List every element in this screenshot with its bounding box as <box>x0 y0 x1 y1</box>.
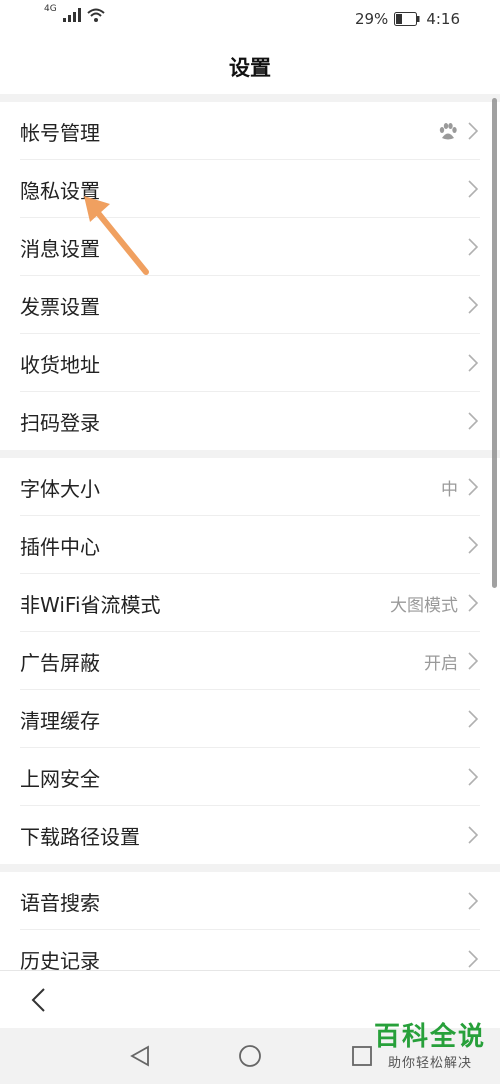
battery-percent: 29% <box>354 10 389 28</box>
page-title: 设置 <box>229 56 271 80</box>
settings-item-font-size[interactable]: 字体大小 中 <box>0 458 500 516</box>
bottom-toolbar <box>0 970 500 1029</box>
watermark-title: 百科全说 <box>373 1022 486 1052</box>
signal-icon <box>62 8 81 22</box>
settings-item-label: 历史记录 <box>20 948 100 971</box>
settings-item-account-management[interactable]: 帐号管理 <box>0 102 500 160</box>
wifi-icon <box>87 8 105 22</box>
nav-back-icon[interactable] <box>128 1044 152 1068</box>
settings-item-label: 插件中心 <box>20 534 100 559</box>
chevron-right-icon <box>468 826 478 844</box>
settings-item-label: 扫码登录 <box>20 410 100 435</box>
settings-item-label: 收货地址 <box>20 352 100 377</box>
settings-item-clear-cache[interactable]: 清理缓存 <box>0 690 500 748</box>
header: 设置 <box>0 40 500 95</box>
group-gap <box>0 94 500 102</box>
watermark-subtitle: 助你轻松解决 <box>387 1056 472 1071</box>
battery-icon <box>394 12 420 26</box>
chevron-right-icon <box>468 412 478 430</box>
settings-item-label: 上网安全 <box>20 766 100 791</box>
chevron-right-icon <box>468 180 478 198</box>
chevron-right-icon <box>468 238 478 256</box>
settings-group-account: 帐号管理 隐私设置 消息设置 发票设置 收货地址 扫码登录 <box>0 102 500 450</box>
settings-item-label: 广告屏蔽 <box>20 650 100 675</box>
clock: 4:16 <box>426 10 460 28</box>
chevron-right-icon <box>468 122 478 140</box>
settings-group-misc: 语音搜索 历史记录 <box>0 872 500 970</box>
settings-item-label: 语音搜索 <box>20 890 100 915</box>
nav-recents-icon[interactable] <box>350 1044 374 1068</box>
group-gap <box>0 450 500 458</box>
chevron-right-icon <box>468 536 478 554</box>
nav-home-icon[interactable] <box>238 1044 262 1068</box>
chevron-right-icon <box>468 710 478 728</box>
settings-group-browsing: 字体大小 中 插件中心 非WiFi省流模式 大图模式 广告屏蔽 开启 清理缓存 … <box>0 458 500 864</box>
status-bar: 4G 29% 4:16 <box>0 0 500 40</box>
paw-icon <box>439 123 457 140</box>
settings-list[interactable]: 帐号管理 隐私设置 消息设置 发票设置 收货地址 扫码登录 字体大小 中 插件中… <box>0 94 500 970</box>
settings-item-plugin-center[interactable]: 插件中心 <box>0 516 500 574</box>
settings-item-history[interactable]: 历史记录 <box>0 930 500 970</box>
settings-item-label: 非WiFi省流模式 <box>20 592 161 617</box>
settings-item-ad-block[interactable]: 广告屏蔽 开启 <box>0 632 500 690</box>
status-right: 29% 4:16 <box>355 10 460 28</box>
settings-item-voice-search[interactable]: 语音搜索 <box>0 872 500 930</box>
chevron-right-icon <box>468 478 478 496</box>
back-arrow-icon[interactable] <box>26 985 56 1015</box>
chevron-right-icon <box>468 296 478 314</box>
watermark: 百科全说 助你轻松解决 <box>374 1022 486 1071</box>
settings-item-qr-login[interactable]: 扫码登录 <box>0 392 500 450</box>
chevron-right-icon <box>468 354 478 372</box>
settings-item-data-saver[interactable]: 非WiFi省流模式 大图模式 <box>0 574 500 632</box>
settings-item-label: 帐号管理 <box>20 120 100 145</box>
settings-item-privacy[interactable]: 隐私设置 <box>0 160 500 218</box>
chevron-right-icon <box>468 950 478 968</box>
chevron-right-icon <box>468 594 478 612</box>
settings-item-label: 发票设置 <box>20 294 100 319</box>
settings-item-value: 大图模式 <box>390 595 458 616</box>
chevron-right-icon <box>468 652 478 670</box>
settings-item-label: 清理缓存 <box>20 708 100 733</box>
chevron-right-icon <box>468 768 478 786</box>
annotation-arrow <box>84 196 149 275</box>
chevron-right-icon <box>468 892 478 910</box>
settings-item-label: 下载路径设置 <box>20 824 140 849</box>
settings-item-web-security[interactable]: 上网安全 <box>0 748 500 806</box>
scrollbar[interactable] <box>492 98 497 588</box>
settings-item-shipping-address[interactable]: 收货地址 <box>0 334 500 392</box>
group-gap <box>0 864 500 872</box>
settings-item-download-path[interactable]: 下载路径设置 <box>0 806 500 864</box>
settings-item-messages[interactable]: 消息设置 <box>0 218 500 276</box>
settings-item-value: 开启 <box>424 653 458 674</box>
settings-item-value: 中 <box>441 479 458 500</box>
settings-item-invoice[interactable]: 发票设置 <box>0 276 500 334</box>
status-left: 4G <box>44 4 105 22</box>
network-type: 4G <box>44 4 57 14</box>
settings-item-label: 字体大小 <box>20 476 100 501</box>
